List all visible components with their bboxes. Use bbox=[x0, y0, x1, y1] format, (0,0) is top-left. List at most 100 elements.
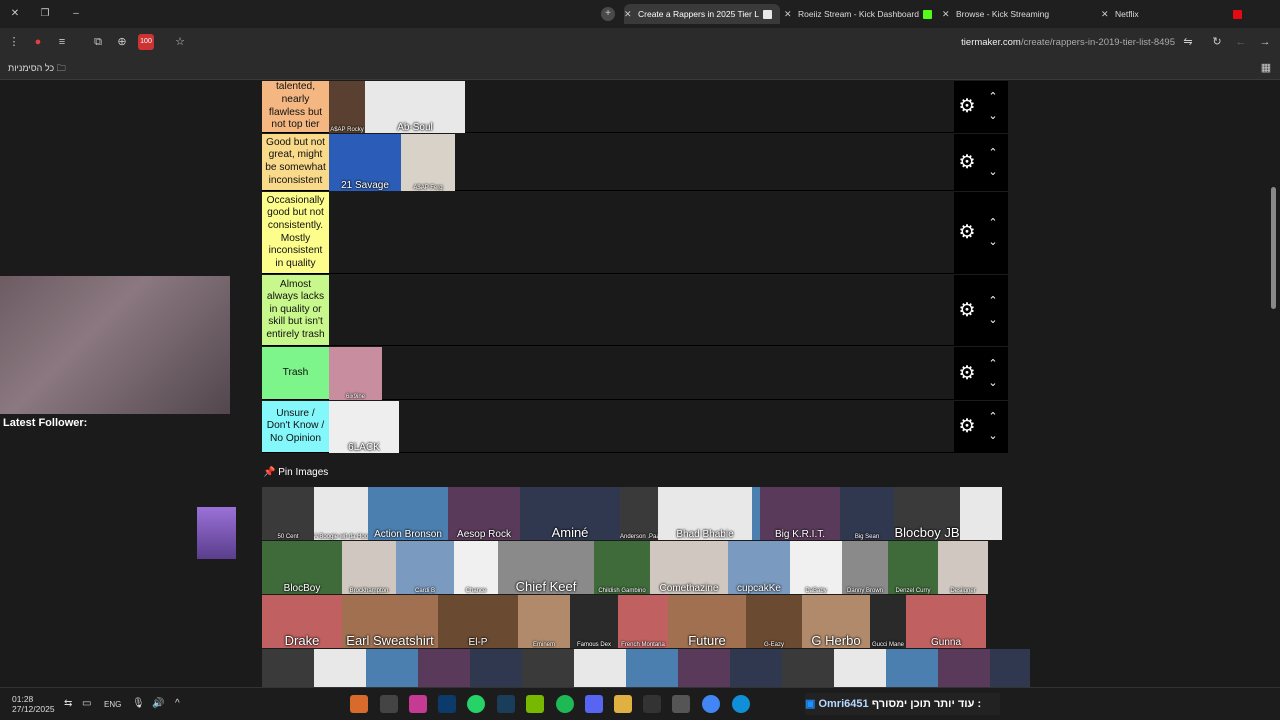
rapper-image[interactable]: 6ix9ine bbox=[329, 347, 382, 400]
pool-rapper-image[interactable]: El-P bbox=[438, 595, 518, 648]
pool-rapper-image[interactable]: Blocboy JB bbox=[894, 487, 960, 540]
pool-rapper-image[interactable]: Famous Dex bbox=[570, 595, 618, 648]
site-settings-icon[interactable]: ⇋ bbox=[1180, 34, 1196, 50]
wifi-icon[interactable]: ⇆ bbox=[64, 698, 72, 709]
rapper-image[interactable]: 21 Savage bbox=[329, 134, 401, 191]
pool-rapper-image[interactable]: Danny Brown bbox=[842, 541, 888, 594]
media-app-icon[interactable] bbox=[380, 695, 398, 713]
bookmark-star-icon[interactable]: ☆ bbox=[172, 34, 188, 50]
tier-label[interactable]: Unsure / Don't Know / No Opinion bbox=[262, 401, 329, 452]
tab-tiermaker[interactable]: ✕ Create a Rappers in 2025 Tier L bbox=[624, 4, 780, 24]
chevron-up-icon[interactable]: ⌃ bbox=[986, 91, 1000, 103]
pool-rapper-image[interactable] bbox=[834, 649, 886, 687]
pool-rapper-image[interactable]: Aesop Rock bbox=[448, 487, 520, 540]
spotify-app-icon[interactable] bbox=[556, 695, 574, 713]
pool-rapper-image[interactable] bbox=[730, 649, 782, 687]
pool-rapper-image[interactable] bbox=[314, 649, 366, 687]
pool-rapper-image[interactable]: DaBaby bbox=[790, 541, 842, 594]
chevron-up-icon[interactable]: ⌃ bbox=[986, 411, 1000, 423]
apps-grid-icon[interactable]: ▦ bbox=[1258, 60, 1274, 76]
address-bar[interactable]: tiermaker.com/create/rappers-in-2019-tie… bbox=[860, 37, 1175, 48]
pool-rapper-image[interactable]: Desiigner bbox=[938, 541, 988, 594]
pool-rapper-image[interactable] bbox=[522, 649, 574, 687]
pool-rapper-image[interactable]: French Montana bbox=[618, 595, 668, 648]
restore-window-icon[interactable]: ❐ bbox=[38, 7, 52, 21]
chevron-up-icon[interactable]: ⌃ bbox=[986, 217, 1000, 229]
pool-rapper-image[interactable]: BlocBoy bbox=[262, 541, 342, 594]
pool-rapper-image[interactable] bbox=[574, 649, 626, 687]
tier-label[interactable]: Occasionally good but not consistently. … bbox=[262, 192, 329, 273]
playlist-icon[interactable]: ≡ bbox=[54, 34, 70, 50]
pool-rapper-image[interactable] bbox=[470, 649, 522, 687]
rapper-image[interactable]: Ab-Soul bbox=[365, 81, 465, 133]
pool-rapper-image[interactable]: Denzel Curry bbox=[888, 541, 938, 594]
close-tab-icon[interactable]: ✕ bbox=[942, 4, 956, 24]
tier-items[interactable]: 21 Savage A$AP Ferg bbox=[329, 134, 954, 191]
reload-icon[interactable]: ↻ bbox=[1209, 34, 1225, 50]
photoshop-app-icon[interactable] bbox=[438, 695, 456, 713]
tier-label[interactable]: Trash bbox=[262, 347, 329, 399]
tab-kick-browse[interactable]: ✕ Browse - Kick Streaming bbox=[942, 4, 1092, 24]
pool-rapper-image[interactable] bbox=[678, 649, 730, 687]
adblock-icon[interactable]: ⊕ bbox=[114, 34, 130, 50]
tier-items[interactable] bbox=[329, 275, 954, 345]
pool-rapper-image[interactable]: Chief Keef bbox=[498, 541, 594, 594]
back-icon[interactable]: → bbox=[1257, 34, 1273, 50]
close-window-icon[interactable]: ✕ bbox=[8, 7, 22, 21]
chevron-down-icon[interactable]: ⌄ bbox=[986, 377, 1000, 389]
pool-rapper-image[interactable]: Chance bbox=[454, 541, 498, 594]
instagram-app-icon[interactable] bbox=[409, 695, 427, 713]
rapper-image[interactable]: A$AP Ferg bbox=[401, 134, 455, 191]
extension-icon[interactable]: ● bbox=[30, 34, 46, 50]
pool-rapper-image[interactable] bbox=[960, 487, 1002, 540]
chevron-up-icon[interactable]: ⌃ bbox=[986, 295, 1000, 307]
epic-games-icon[interactable] bbox=[643, 695, 661, 713]
gear-icon[interactable]: ⚙ bbox=[957, 363, 977, 384]
pool-rapper-image[interactable]: G Herbo bbox=[802, 595, 870, 648]
close-tab-icon[interactable]: ✕ bbox=[1101, 4, 1115, 24]
pool-rapper-image[interactable]: 50 Cent bbox=[262, 487, 314, 540]
pool-rapper-image[interactable] bbox=[782, 649, 834, 687]
close-tab-icon[interactable]: ✕ bbox=[784, 4, 798, 24]
pool-rapper-image[interactable]: Cardi B bbox=[396, 541, 454, 594]
pool-rapper-image[interactable]: Bhad Bhabie bbox=[658, 487, 752, 540]
whatsapp-app-icon[interactable] bbox=[467, 695, 485, 713]
edge-app-icon[interactable] bbox=[732, 695, 750, 713]
gear-icon[interactable]: ⚙ bbox=[957, 417, 977, 437]
chevron-down-icon[interactable]: ⌄ bbox=[986, 236, 1000, 248]
chevron-down-icon[interactable]: ⌄ bbox=[986, 110, 1000, 122]
chevron-down-icon[interactable]: ⌄ bbox=[986, 430, 1000, 442]
pool-rapper-image[interactable]: Comethazine bbox=[650, 541, 728, 594]
gear-icon[interactable]: ⚙ bbox=[957, 97, 977, 117]
new-tab-icon[interactable]: + bbox=[601, 7, 615, 21]
scrollbar-thumb[interactable] bbox=[1271, 187, 1276, 309]
pool-rapper-image[interactable] bbox=[262, 649, 314, 687]
pool-rapper-image[interactable]: A Boogie wit da Hoodie bbox=[314, 487, 368, 540]
tier-label[interactable]: Almost always lacks in quality or skill … bbox=[262, 275, 329, 345]
pool-rapper-image[interactable]: Earl Sweatshirt bbox=[342, 595, 438, 648]
tier-items[interactable]: 6ix9ine bbox=[329, 347, 954, 400]
pool-rapper-image[interactable] bbox=[366, 649, 418, 687]
pool-rapper-image[interactable]: G-Eazy bbox=[746, 595, 802, 648]
nvidia-app-icon[interactable] bbox=[526, 695, 544, 713]
discord-app-icon[interactable] bbox=[585, 695, 603, 713]
tier-label[interactable]: Good but not great, might be somewhat in… bbox=[262, 134, 329, 190]
pool-rapper-image[interactable]: Big Sean bbox=[840, 487, 894, 540]
rapper-image[interactable]: A$AP Rocky bbox=[329, 81, 365, 133]
chrome-app-icon[interactable] bbox=[702, 695, 720, 713]
pool-rapper-image[interactable]: Aminé bbox=[520, 487, 620, 540]
pool-rapper-image[interactable] bbox=[418, 649, 470, 687]
file-explorer-icon[interactable] bbox=[614, 695, 632, 713]
extensions-puzzle-icon[interactable]: ⧉ bbox=[90, 34, 106, 50]
close-tab-icon[interactable]: ✕ bbox=[624, 4, 638, 24]
pool-rapper-image[interactable]: Gucci Mane bbox=[870, 595, 906, 648]
forward-icon[interactable]: ← bbox=[1233, 34, 1249, 50]
pool-rapper-image[interactable]: Drake bbox=[262, 595, 342, 648]
rapper-image[interactable]: 6LACK bbox=[329, 401, 399, 453]
chevron-down-icon[interactable]: ⌄ bbox=[986, 166, 1000, 178]
tier-items[interactable] bbox=[329, 192, 954, 273]
pool-rapper-image[interactable]: Future bbox=[668, 595, 746, 648]
page-scrollbar[interactable] bbox=[1268, 81, 1280, 687]
microphone-icon[interactable]: 🎙 bbox=[132, 698, 145, 709]
chevron-up-icon[interactable]: ⌃ bbox=[986, 147, 1000, 159]
